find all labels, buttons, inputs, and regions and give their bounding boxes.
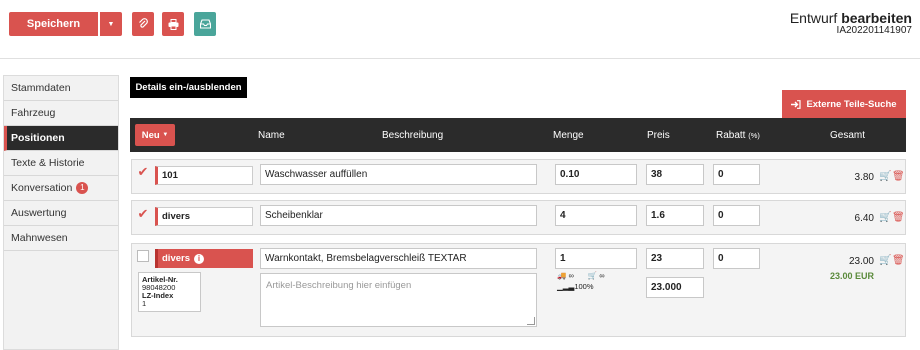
cart-icon[interactable]: 🛒 bbox=[879, 255, 891, 266]
discount-input[interactable]: 0 bbox=[713, 205, 760, 226]
caret-down-icon: ▼ bbox=[162, 132, 169, 138]
column-header-price: Preis bbox=[647, 129, 670, 141]
sidebar-item-label: Mahnwesen bbox=[11, 232, 68, 244]
attach-button[interactable] bbox=[132, 12, 154, 36]
price-extra-input[interactable]: 23.000 bbox=[646, 277, 704, 298]
article-number[interactable]: divers i bbox=[155, 249, 253, 268]
inbox-button[interactable] bbox=[194, 12, 216, 36]
discount-label: Rabatt bbox=[716, 129, 746, 141]
printer-icon bbox=[168, 18, 178, 30]
sidebar-item-label: Stammdaten bbox=[11, 82, 71, 94]
row-total: 23.00 bbox=[848, 256, 874, 267]
check-icon: ✔ bbox=[137, 164, 149, 179]
article-number[interactable]: divers bbox=[155, 207, 253, 226]
stock-indicators: 🚚 ∞ 🛒 ∞ bbox=[557, 271, 605, 280]
save-button[interactable]: Speichern bbox=[9, 12, 98, 36]
cart-stock-value: ∞ bbox=[599, 271, 605, 280]
toggle-details-button[interactable]: Details ein-/ausblenden bbox=[130, 77, 247, 98]
positions-table-header: Name Beschreibung Menge Preis Rabatt (%)… bbox=[130, 118, 906, 152]
position-name-input[interactable]: Waschwasser auffüllen bbox=[260, 164, 537, 185]
info-icon[interactable]: i bbox=[194, 253, 204, 264]
notification-badge: 1 bbox=[76, 182, 89, 194]
column-header-quantity: Menge bbox=[553, 129, 584, 141]
column-header-discount: Rabatt (%) bbox=[716, 118, 760, 152]
trash-icon[interactable]: 🗑 bbox=[892, 212, 905, 223]
resize-handle[interactable] bbox=[527, 317, 537, 327]
caret-down-icon: ▼ bbox=[107, 20, 115, 28]
external-parts-search-button[interactable]: Externe Teile-Suche bbox=[782, 90, 906, 118]
trash-icon[interactable]: 🗑 bbox=[892, 255, 905, 266]
sidebar-item-mahnwesen[interactable]: Mahnwesen bbox=[4, 226, 118, 251]
row-total: 6.40 bbox=[854, 213, 874, 224]
sign-in-icon bbox=[791, 99, 802, 109]
row-checkbox[interactable] bbox=[137, 250, 149, 262]
article-info-box: Artikel-Nr. 98048200 LZ-Index 1 bbox=[138, 272, 201, 312]
sidebar-item-label: Auswertung bbox=[11, 207, 67, 219]
row-total-eur: 23.00 EUR bbox=[829, 271, 874, 281]
cart-stock: 🛒 ∞ bbox=[588, 271, 605, 280]
sidebar-item-label: Konversation bbox=[11, 182, 73, 194]
print-button[interactable] bbox=[162, 12, 184, 36]
paperclip-icon bbox=[139, 18, 148, 28]
truck-icon: 🚚 bbox=[557, 271, 567, 280]
column-header-description: Beschreibung bbox=[382, 129, 444, 141]
cart-icon[interactable]: 🛒 bbox=[879, 212, 891, 223]
sidebar-item-fahrzeug[interactable]: Fahrzeug bbox=[4, 101, 118, 126]
document-number: IA202201141907 bbox=[836, 25, 912, 36]
signal-value: 100% bbox=[574, 282, 594, 291]
truck-stock-value: ∞ bbox=[568, 271, 574, 280]
trash-icon[interactable]: 🗑 bbox=[892, 171, 905, 182]
discount-unit: (%) bbox=[748, 130, 760, 140]
save-dropdown-button[interactable]: ▼ bbox=[100, 12, 122, 36]
sidebar-item-positionen[interactable]: Positionen bbox=[4, 126, 118, 151]
page-title: Entwurf bearbeiten bbox=[790, 11, 912, 25]
row-checkbox[interactable]: ✔ bbox=[137, 206, 149, 221]
quantity-input[interactable]: 0.10 bbox=[555, 164, 637, 185]
title-light: Entwurf bbox=[789, 10, 838, 26]
row-total: 3.80 bbox=[854, 172, 874, 183]
header-divider bbox=[0, 58, 920, 59]
lz-index-label: LZ-Index bbox=[142, 291, 174, 300]
position-name-input[interactable]: Warnkontakt, Bremsbelagverschleiß TEXTAR bbox=[260, 248, 537, 269]
quantity-input[interactable]: 1 bbox=[555, 248, 637, 269]
quantity-input[interactable]: 4 bbox=[555, 205, 637, 226]
truck-stock: 🚚 ∞ bbox=[557, 271, 574, 280]
new-position-button[interactable]: Neu ▼ bbox=[135, 124, 175, 146]
sidebar-item-label: Texte & Historie bbox=[11, 157, 85, 169]
title-bold: bearbeiten bbox=[841, 10, 912, 26]
article-description-textarea[interactable]: Artikel-Beschreibung hier einfügen bbox=[260, 273, 537, 327]
inbox-icon bbox=[199, 19, 211, 29]
column-header-name: Name bbox=[258, 129, 285, 141]
lz-index-value: 1 bbox=[142, 299, 147, 308]
position-name-input[interactable]: Scheibenklar bbox=[260, 205, 537, 226]
sidebar-item-stammdaten[interactable]: Stammdaten bbox=[4, 76, 118, 101]
sidebar-item-label: Fahrzeug bbox=[11, 107, 56, 119]
discount-input[interactable]: 0 bbox=[713, 248, 760, 269]
signal-indicator: ▁▂▃100% bbox=[557, 282, 594, 291]
cart-icon[interactable]: 🛒 bbox=[879, 171, 891, 182]
sidebar: Stammdaten Fahrzeug Positionen Texte & H… bbox=[3, 75, 119, 350]
article-label: divers bbox=[162, 253, 190, 264]
article-number[interactable]: 101 bbox=[155, 166, 253, 185]
cart-icon: 🛒 bbox=[587, 271, 598, 280]
check-icon: ✔ bbox=[137, 206, 149, 221]
sidebar-item-label: Positionen bbox=[11, 132, 65, 144]
sidebar-item-texte-historie[interactable]: Texte & Historie bbox=[4, 151, 118, 176]
row-checkbox[interactable]: ✔ bbox=[137, 164, 149, 179]
price-input[interactable]: 38 bbox=[646, 164, 704, 185]
new-label: Neu bbox=[141, 129, 160, 141]
sidebar-item-auswertung[interactable]: Auswertung bbox=[4, 201, 118, 226]
price-input[interactable]: 23 bbox=[646, 248, 704, 269]
signal-icon: ▁▂▃ bbox=[557, 282, 575, 291]
sidebar-item-konversation[interactable]: Konversation 1 bbox=[4, 176, 118, 201]
discount-input[interactable]: 0 bbox=[713, 164, 760, 185]
column-header-total: Gesamt bbox=[830, 129, 866, 141]
external-parts-label: Externe Teile-Suche bbox=[806, 98, 897, 110]
price-input[interactable]: 1.6 bbox=[646, 205, 704, 226]
